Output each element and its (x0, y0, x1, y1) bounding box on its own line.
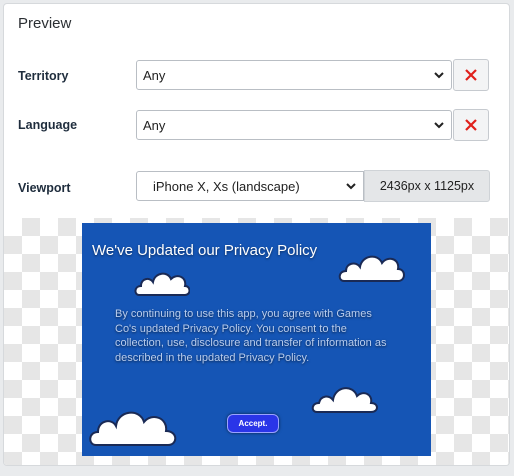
preview-panel: Preview Territory Any Language Any Viewp… (3, 3, 510, 466)
language-select[interactable]: Any (136, 110, 452, 140)
chevron-down-icon (346, 183, 356, 190)
preview-screen: We've Updated our Privacy Policy By cont… (82, 223, 431, 456)
chevron-down-icon (434, 72, 444, 79)
clear-language-button[interactable] (453, 109, 489, 141)
preview-canvas: We've Updated our Privacy Policy By cont… (4, 218, 509, 465)
territory-select[interactable]: Any (136, 60, 452, 90)
chevron-down-icon (434, 122, 444, 129)
territory-value: Any (143, 67, 166, 83)
close-icon (465, 69, 477, 81)
viewport-select[interactable]: iPhone X, Xs (landscape) (136, 171, 364, 201)
viewport-value: iPhone X, Xs (landscape) (153, 178, 300, 194)
preview-body: By continuing to use this app, you agree… (115, 308, 387, 364)
cloud-icon (311, 387, 378, 413)
accept-button[interactable]: Accept. (227, 414, 279, 433)
cloud-icon (89, 411, 177, 446)
cloud-icon (134, 272, 190, 296)
territory-label: Territory (18, 69, 69, 83)
viewport-label: Viewport (18, 181, 71, 195)
language-label: Language (18, 118, 78, 132)
preview-title: We've Updated our Privacy Policy (92, 242, 318, 259)
clear-territory-button[interactable] (453, 59, 489, 91)
viewport-dimensions: 2436px x 1125px (364, 170, 490, 202)
close-icon (465, 119, 477, 131)
language-value: Any (143, 117, 166, 133)
cloud-icon (338, 255, 405, 282)
panel-title: Preview (18, 15, 72, 32)
